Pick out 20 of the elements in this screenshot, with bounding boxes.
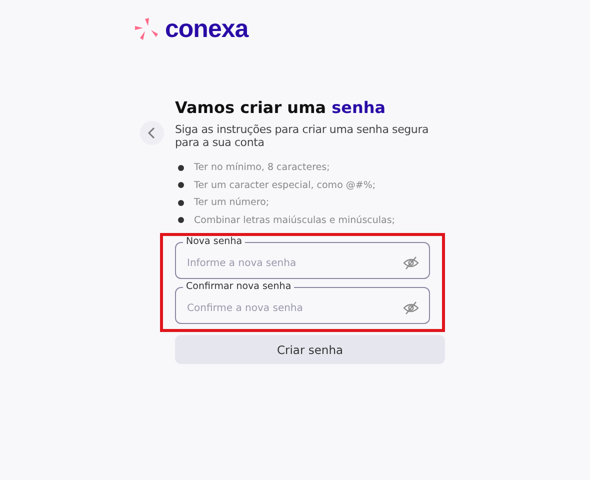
- bullet-icon: [178, 200, 184, 206]
- hidden-eye-icon[interactable]: [403, 301, 419, 315]
- requirement-text: Combinar letras maiúsculas e minúsculas;: [194, 214, 396, 226]
- requirement-text: Ter no mínimo, 8 caracteres;: [194, 162, 330, 174]
- field-label: Confirmar nova senha: [185, 281, 292, 293]
- chevron-left-icon: [148, 127, 156, 139]
- requirement-text: Ter um caracter especial, como @#%;: [194, 180, 376, 191]
- logo-text: conexa: [165, 17, 248, 41]
- page-title: Vamos criar uma senha: [175, 97, 387, 119]
- hidden-eye-icon[interactable]: [403, 256, 419, 270]
- password-input[interactable]: Confirme a nova senha: [187, 302, 403, 314]
- bullet-icon: [178, 182, 184, 188]
- requirement-text: Ter um número;: [194, 197, 270, 208]
- logo-icon: [134, 17, 160, 41]
- bullet-icon: [178, 164, 184, 171]
- password-input[interactable]: Informe a nova senha: [187, 258, 403, 268]
- back-button[interactable]: [140, 121, 164, 145]
- instructions-text: Siga as instruções para criar uma senha segura para a sua conta: [175, 123, 430, 149]
- bullet-icon: [178, 217, 184, 224]
- field-label: Nova senha: [185, 236, 244, 248]
